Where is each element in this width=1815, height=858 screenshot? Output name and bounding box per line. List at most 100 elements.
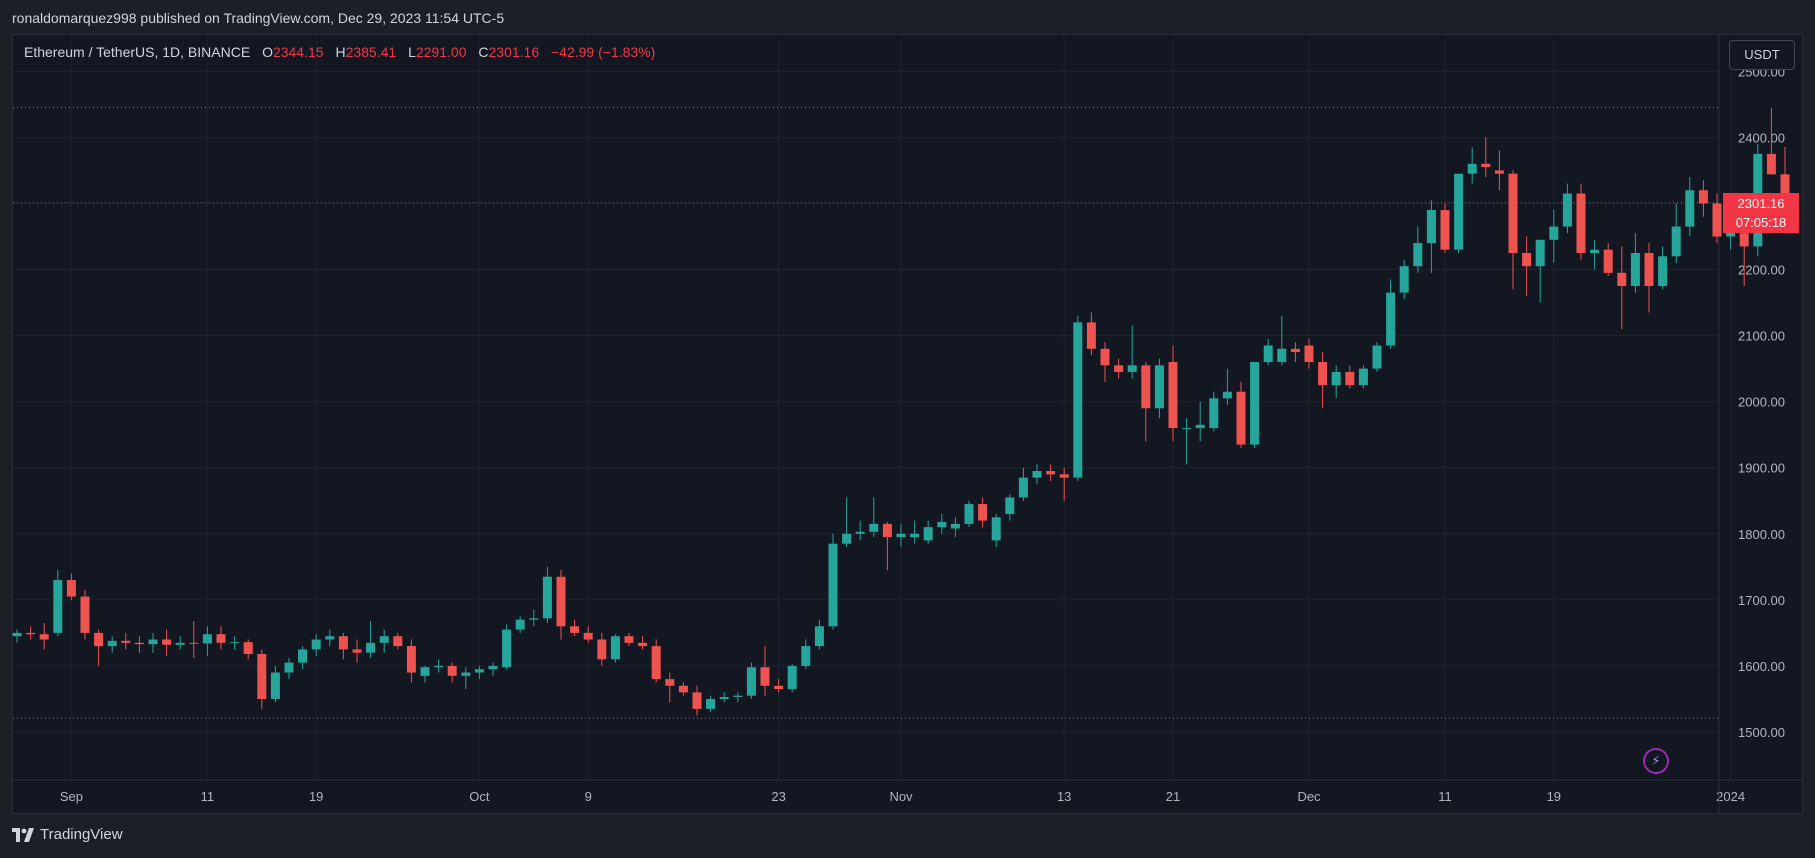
- lightning-bolt-icon[interactable]: ⚡: [1643, 748, 1669, 774]
- x-tick-label: 23: [771, 789, 785, 804]
- candle-body: [1671, 226, 1681, 257]
- candle-body: [162, 639, 172, 645]
- candle-body: [542, 576, 552, 619]
- x-tick-label: 19: [1547, 789, 1561, 804]
- candle-body: [202, 634, 212, 644]
- candle-body: [515, 619, 525, 630]
- candle-body: [1018, 477, 1028, 498]
- candle-body: [855, 531, 865, 534]
- y-tick-label: 1900.00: [1738, 461, 1785, 476]
- candle-body: [325, 636, 335, 640]
- candle-body: [1277, 348, 1287, 363]
- currency-button[interactable]: USDT: [1729, 40, 1795, 70]
- candle-body: [230, 642, 240, 644]
- candle-body: [1454, 173, 1464, 250]
- candle-body: [964, 504, 974, 524]
- candle-body: [746, 667, 756, 696]
- candle-body: [1141, 365, 1151, 409]
- candle-body: [706, 698, 716, 709]
- tradingview-logo[interactable]: TradingView: [12, 826, 123, 843]
- candle-body: [1685, 190, 1695, 227]
- y-tick-label: 2100.00: [1738, 329, 1785, 344]
- candle-body: [1698, 190, 1708, 204]
- candle-body: [434, 665, 444, 668]
- x-tick-label: 21: [1166, 789, 1180, 804]
- candle-body: [570, 626, 580, 633]
- candle-body: [978, 504, 988, 521]
- candle-body: [1086, 322, 1096, 349]
- candle-body: [842, 533, 852, 544]
- candle-body: [1195, 424, 1205, 429]
- tradingview-logo-icon: [12, 827, 34, 842]
- x-tick-label: Dec: [1297, 789, 1321, 804]
- candle-body: [814, 626, 824, 647]
- candle-body: [1712, 203, 1722, 237]
- last-price-value: 2301.16: [1737, 196, 1785, 211]
- candle-body: [624, 636, 634, 643]
- candle-body: [1005, 497, 1015, 514]
- candle-body: [1426, 210, 1436, 244]
- candle-body: [189, 642, 199, 644]
- candle-body: [597, 639, 607, 660]
- x-tick-label: Sep: [60, 789, 83, 804]
- candle-body: [923, 527, 933, 541]
- candle-body: [352, 649, 362, 653]
- candle-body: [366, 642, 376, 653]
- candle-body: [1739, 233, 1749, 247]
- candle-body: [1644, 252, 1654, 287]
- candle-body: [910, 533, 920, 538]
- candle-body: [651, 646, 661, 680]
- x-tick-label: Nov: [889, 789, 913, 804]
- high-label: H: [335, 44, 346, 60]
- candle-body: [1154, 365, 1164, 409]
- candle-body: [1127, 365, 1137, 372]
- candle-body: [107, 640, 117, 647]
- candle-body: [692, 692, 702, 709]
- candle-body: [1358, 368, 1368, 386]
- candle-body: [1549, 226, 1559, 240]
- candle-body: [1658, 256, 1668, 287]
- symbol-name: Ethereum / TetherUS, 1D, BINANCE: [24, 44, 251, 60]
- y-tick-label: 1500.00: [1738, 725, 1785, 740]
- candle-body: [1100, 348, 1110, 366]
- candle-body: [216, 634, 226, 643]
- bar-countdown: 07:05:18: [1735, 215, 1787, 230]
- candle-body: [270, 672, 280, 699]
- candle-body: [869, 523, 879, 532]
- change-value: −42.99 (−1.83%): [551, 44, 656, 60]
- candle-body: [148, 639, 158, 645]
- candle-body: [787, 665, 797, 690]
- candle-body: [1535, 239, 1545, 267]
- candle-body: [461, 672, 471, 676]
- candle-body: [529, 618, 539, 620]
- candle-body: [1168, 362, 1178, 429]
- candle-body: [1603, 249, 1613, 273]
- y-tick-label: 1600.00: [1738, 659, 1785, 674]
- candle-body: [1209, 398, 1219, 429]
- candle-body: [991, 517, 1001, 541]
- candle-body: [1386, 292, 1396, 346]
- candle-body: [1467, 163, 1477, 174]
- candle-body: [665, 679, 675, 686]
- candle-body: [1413, 243, 1423, 267]
- x-tick-label: Oct: [469, 789, 490, 804]
- candle-body: [828, 543, 838, 627]
- candle-body: [338, 636, 348, 650]
- candle-body: [298, 649, 308, 663]
- candle-body: [1290, 348, 1300, 353]
- candle-body: [121, 640, 131, 643]
- y-tick-label: 1800.00: [1738, 527, 1785, 542]
- x-tick-label: 11: [201, 789, 215, 804]
- candle-body: [1032, 471, 1042, 478]
- candle-body: [1222, 391, 1232, 399]
- candle-body: [1576, 193, 1586, 253]
- candle-body: [950, 523, 960, 529]
- candle-body: [1182, 428, 1192, 430]
- candle-body: [1046, 471, 1056, 475]
- candle-body: [26, 632, 36, 635]
- x-tick-label: 19: [309, 789, 323, 804]
- candlestick-chart[interactable]: 1500.00 1600.00 1700.00 1800.00 1900.00 2000.…: [0, 0, 1815, 858]
- low-label: L: [408, 44, 416, 60]
- candle-body: [379, 636, 389, 643]
- candle-body: [311, 639, 321, 650]
